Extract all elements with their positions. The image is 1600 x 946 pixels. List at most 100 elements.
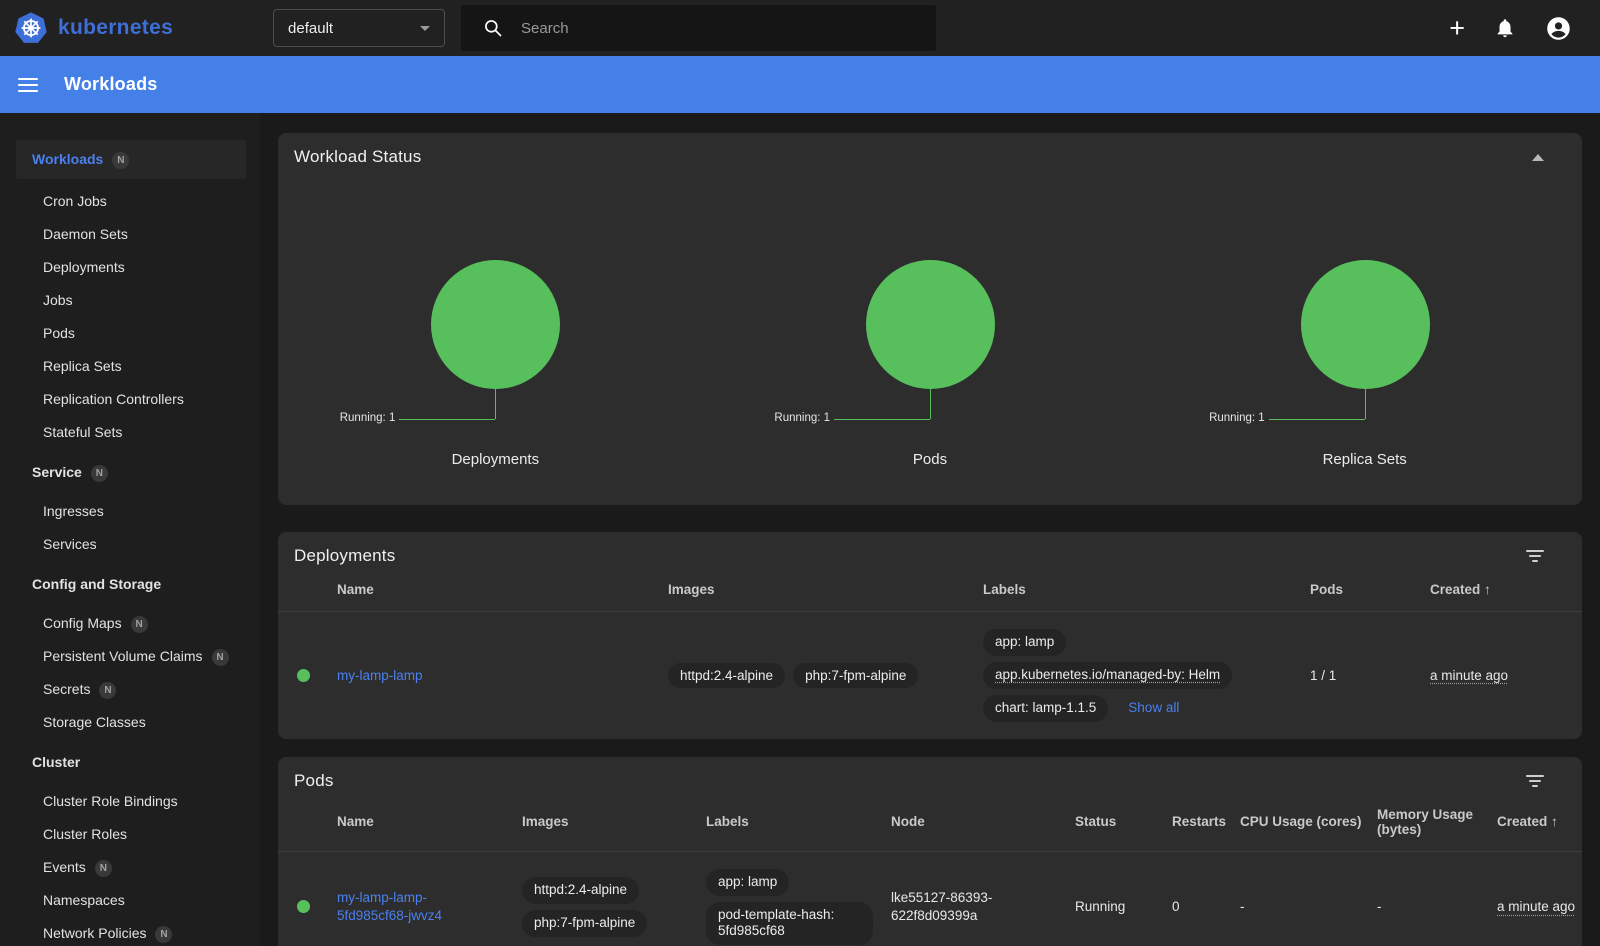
sidebar-item-label: Cluster [32, 754, 80, 770]
sidebar-item-service[interactable]: ServiceN [0, 456, 260, 489]
column-header-status[interactable]: Status [1075, 797, 1172, 852]
leader-line [495, 389, 496, 419]
pod-name-link[interactable]: my-lamp-lamp-5fd985cf68-jwvz4 [337, 890, 442, 923]
page-title: Workloads [64, 74, 158, 95]
brand-wordmark: kubernetes [58, 16, 173, 40]
show-all-link[interactable]: Show all [1128, 700, 1179, 715]
main-content: Workload Status Running: 1DeploymentsRun… [260, 113, 1600, 946]
status-column-header [278, 572, 337, 612]
column-header-created[interactable]: Created ↑ [1497, 797, 1582, 852]
sidebar-item-ingresses[interactable]: Ingresses [0, 495, 260, 528]
deployment-pods-count: 1 / 1 [1310, 668, 1336, 683]
sidebar-item-secrets[interactable]: SecretsN [0, 673, 260, 706]
sidebar-item-label: Config and Storage [32, 576, 161, 592]
label-chip-row: pod-template-hash: 5fd985cf68 [706, 899, 881, 946]
column-header-label: Images [668, 582, 715, 597]
sidebar-item-storage-classes[interactable]: Storage Classes [0, 706, 260, 739]
workload-chart-pods: Running: 1Pods [713, 173, 1148, 493]
sidebar-item-namespaces[interactable]: Namespaces [0, 884, 260, 917]
namespace-selected-value: default [288, 20, 420, 37]
column-header-cpu-usage-cores[interactable]: CPU Usage (cores) [1240, 797, 1377, 852]
sidebar-item-cluster[interactable]: Cluster [0, 746, 260, 779]
column-header-label: Images [522, 814, 569, 829]
sort-ascending-icon: ↑ [1480, 582, 1491, 597]
deployment-name-link[interactable]: my-lamp-lamp [337, 668, 423, 683]
sort-ascending-icon: ↑ [1547, 814, 1558, 829]
label-chip: chart: lamp-1.1.5 [983, 695, 1108, 722]
sidebar-item-label: Cron Jobs [43, 193, 107, 209]
leader-line [1365, 389, 1366, 419]
sidebar-item-services[interactable]: Services [0, 528, 260, 561]
menu-hamburger-icon[interactable] [18, 78, 38, 92]
kubernetes-wheel-icon [14, 11, 48, 45]
pods-title: Pods [294, 771, 334, 791]
sidebar-item-config-and-storage[interactable]: Config and Storage [0, 568, 260, 601]
sidebar-item-label: Events [43, 859, 86, 875]
sidebar-item-cron-jobs[interactable]: Cron Jobs [0, 185, 260, 218]
new-items-badge: N [212, 649, 229, 666]
sidebar-item-label: Jobs [43, 292, 73, 308]
column-header-labels[interactable]: Labels [983, 572, 1310, 612]
sidebar-item-stateful-sets[interactable]: Stateful Sets [0, 416, 260, 449]
sidebar-item-label: Config Maps [43, 615, 122, 631]
column-header-images[interactable]: Images [522, 797, 706, 852]
chart-status-label: Running: 1 [1209, 412, 1265, 424]
sidebar-item-cluster-roles[interactable]: Cluster Roles [0, 818, 260, 851]
create-resource-button[interactable]: + [1449, 15, 1465, 42]
filter-icon[interactable] [1526, 550, 1544, 562]
sidebar-item-label: Pods [43, 325, 75, 341]
column-header-labels[interactable]: Labels [706, 797, 891, 852]
account-avatar-icon[interactable] [1545, 15, 1572, 42]
column-header-restarts[interactable]: Restarts [1172, 797, 1240, 852]
sidebar-item-cluster-role-bindings[interactable]: Cluster Role Bindings [0, 785, 260, 818]
column-header-label: Status [1075, 814, 1116, 829]
sidebar-item-network-policies[interactable]: Network PoliciesN [0, 917, 260, 946]
sidebar-item-config-maps[interactable]: Config MapsN [0, 607, 260, 640]
sidebar-item-pods[interactable]: Pods [0, 317, 260, 350]
column-header-label: Name [337, 814, 374, 829]
collapse-section-icon[interactable] [1532, 154, 1544, 161]
column-header-name[interactable]: Name [337, 572, 668, 612]
workload-chart-deployments: Running: 1 Deployments [278, 173, 713, 493]
column-header-node[interactable]: Node [891, 797, 1075, 852]
sidebar-item-workloads[interactable]: WorkloadsN [0, 140, 260, 179]
namespace-selector[interactable]: default [273, 9, 445, 47]
status-charts-row: Running: 1DeploymentsRunning: 1PodsRunni… [278, 173, 1582, 493]
column-header-pods[interactable]: Pods [1310, 572, 1430, 612]
search-icon [483, 18, 503, 38]
column-header-created[interactable]: Created ↑ [1430, 572, 1582, 612]
sidebar-item-jobs[interactable]: Jobs [0, 284, 260, 317]
sidebar-item-replica-sets[interactable]: Replica Sets [0, 350, 260, 383]
chart-status-label: Running: 1 [340, 412, 396, 424]
pod-restarts: 0 [1172, 899, 1180, 914]
column-header-label: Labels [706, 814, 749, 829]
column-header-memory-usage-bytes[interactable]: Memory Usage (bytes) [1377, 797, 1497, 852]
sidebar-item-replication-controllers[interactable]: Replication Controllers [0, 383, 260, 416]
notifications-bell-icon[interactable] [1494, 17, 1516, 39]
column-header-name[interactable]: Name [337, 797, 522, 852]
search-input[interactable] [521, 20, 881, 37]
label-chip: httpd:2.4-alpine [668, 663, 785, 688]
filter-icon[interactable] [1526, 775, 1544, 787]
chart-caption: Pods [713, 451, 1148, 468]
deployments-card: Deployments NameImagesLabelsPodsCreated … [278, 532, 1582, 739]
sidebar-item-label: Cluster Roles [43, 826, 127, 842]
sidebar-item-persistent-volume-claims[interactable]: Persistent Volume Claims N [0, 640, 260, 673]
sidebar-item-events[interactable]: Events N [0, 851, 260, 884]
status-pie [1301, 260, 1430, 389]
column-header-images[interactable]: Images [668, 572, 983, 612]
search-box[interactable] [461, 5, 936, 51]
sidebar-item-label: Daemon Sets [43, 226, 128, 242]
sidebar-item-daemon-sets[interactable]: Daemon Sets [0, 218, 260, 251]
sidebar-item-label: Ingresses [43, 503, 104, 519]
chart-caption: Deployments [278, 451, 713, 468]
new-items-badge: N [95, 860, 112, 877]
sidebar-item-deployments[interactable]: Deployments [0, 251, 260, 284]
column-header-label: Pods [1310, 582, 1343, 597]
column-header-label: CPU Usage (cores) [1240, 814, 1362, 829]
status-ok-dot [297, 669, 310, 682]
sidebar-item-label: Persistent Volume Claims [43, 648, 203, 664]
status-pie [866, 260, 995, 389]
label-chip: php:7-fpm-alpine [793, 663, 918, 688]
pod-images: httpd:2.4-alpinephp:7-fpm-alpine [522, 874, 696, 940]
